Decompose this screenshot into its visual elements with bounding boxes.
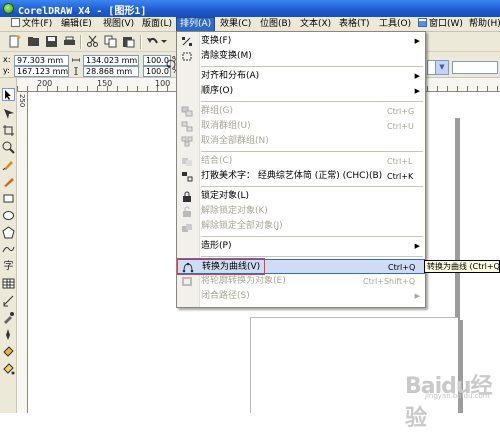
open-folder-icon[interactable]	[27, 35, 40, 48]
menu-item-unlock-object: 解除锁定对象(K)	[177, 204, 425, 219]
ungroup-icon	[181, 121, 193, 132]
submenu-arrow-icon: ▶	[414, 292, 420, 300]
document-icon	[11, 18, 20, 27]
basic-shapes-tool-icon[interactable]	[2, 243, 15, 256]
pick-tool-icon[interactable]	[2, 88, 15, 101]
transform-icon	[181, 36, 193, 47]
menu-text[interactable]: 文本(X)	[297, 18, 334, 31]
undo-dropdown-icon[interactable]	[160, 35, 168, 48]
combine-icon	[181, 156, 193, 167]
menu-table[interactable]: 表格(T)	[336, 18, 373, 31]
break-apart-icon	[181, 171, 193, 182]
smart-fill-tool-icon[interactable]	[2, 175, 15, 188]
menu-item-ungroup: 取消群组(U) Ctrl+U	[177, 119, 425, 134]
dimension-tool-icon[interactable]	[2, 294, 15, 307]
highlight-annotation	[177, 258, 265, 275]
menu-bar: 文件(F) 编辑(E) 视图(V) 版面(L) 排列(A) 效果(C) 位图(B…	[0, 17, 500, 33]
menu-item-clear-transform[interactable]: 清除变换(M)	[177, 49, 425, 64]
tooltip: 转换为曲线 (Ctrl+Q)	[424, 260, 500, 273]
menu-item-combine: 结合(C) Ctrl+L	[177, 154, 425, 169]
menu-item-shaping[interactable]: 造形(P) ▶	[177, 239, 425, 254]
font-dropdown[interactable]: ▼	[427, 60, 449, 75]
paste-icon[interactable]	[122, 35, 135, 48]
group-icon	[181, 106, 193, 117]
ungroup-all-icon	[181, 136, 193, 147]
window-icon	[418, 18, 427, 27]
print-icon[interactable]	[63, 35, 76, 48]
rectangle-tool-icon[interactable]	[2, 192, 15, 205]
submenu-arrow-icon: ▶	[414, 72, 420, 80]
ellipse-tool-icon[interactable]	[2, 209, 15, 222]
menu-effects[interactable]: 效果(C)	[217, 18, 254, 31]
menu-item-outline-to-object: 将轮廓转换为对象(E) Ctrl+Shift+Q	[177, 274, 425, 289]
coreldraw-logo-icon	[3, 3, 14, 14]
menu-window[interactable]: 窗口(W)	[415, 18, 466, 31]
outline-to-object-icon	[181, 276, 193, 287]
size-field[interactable]	[452, 61, 498, 74]
ruler-tick: 250	[18, 94, 26, 108]
window-title: CorelDRAW X4 - [图形1]	[18, 6, 147, 17]
menu-view[interactable]: 视图(V)	[100, 18, 137, 31]
x-position-field[interactable]: 97.303 mm	[14, 55, 69, 66]
lock-icon	[181, 191, 193, 202]
menu-help[interactable]: 帮助(H)	[466, 18, 500, 31]
submenu-arrow-icon: ▶	[414, 37, 420, 45]
rotate-icon[interactable]	[166, 59, 176, 71]
menu-item-ungroup-all: 取消全部群组(N)	[177, 134, 425, 149]
unlock-all-icon	[181, 221, 193, 232]
menu-item-break-apart[interactable]: 打散美术字： 经典综艺体简 (正常) (CHC)(B) Ctrl+K	[177, 169, 425, 184]
shape-tool-icon[interactable]	[2, 107, 15, 120]
menu-item-unlock-all: 解除锁定全部对象(J)	[177, 219, 425, 234]
menu-bitmaps[interactable]: 位图(B)	[257, 18, 294, 31]
clear-transform-icon	[181, 51, 193, 62]
x-label: x:	[3, 55, 11, 64]
submenu-arrow-icon: ▶	[414, 87, 420, 95]
y-position-field[interactable]: 167.123 mm	[14, 66, 69, 77]
undo-icon[interactable]	[146, 35, 159, 48]
submenu-arrow-icon: ▶	[414, 242, 420, 250]
table-tool-icon[interactable]	[2, 277, 15, 290]
title-bar: CorelDRAW X4 - [图形1]	[0, 0, 500, 17]
menu-item-transform[interactable]: 变换(F) ▶	[177, 34, 425, 49]
menu-item-order[interactable]: 顺序(O) ▶	[177, 84, 425, 99]
eyedropper-tool-icon[interactable]	[2, 311, 15, 324]
toolbox: 字	[0, 78, 17, 413]
new-document-icon[interactable]	[8, 34, 21, 48]
unlock-icon	[181, 206, 193, 217]
watermark-text: Baidu经验	[405, 374, 493, 431]
height-field[interactable]: 28.868 mm	[83, 66, 139, 77]
height-icon	[72, 66, 80, 76]
menu-edit[interactable]: 编辑(E)	[58, 18, 95, 31]
interactive-fill-tool-icon[interactable]	[2, 362, 15, 375]
menu-file[interactable]: 文件(F)	[8, 18, 55, 31]
outline-tool-icon[interactable]	[2, 328, 15, 341]
baidu-watermark: Baidu经验 jingyan.baidu.com	[405, 368, 500, 431]
polygon-tool-icon[interactable]	[2, 226, 15, 239]
menu-item-align-distribute[interactable]: 对齐和分布(A) ▶	[177, 69, 425, 84]
width-icon	[71, 56, 81, 64]
menu-tools[interactable]: 工具(O)	[376, 18, 414, 31]
cut-icon[interactable]	[86, 35, 99, 48]
zoom-tool-icon[interactable]	[2, 141, 15, 154]
fill-tool-icon[interactable]	[2, 345, 15, 358]
menu-item-close-path: 闭合路径(S) ▶	[201, 291, 420, 301]
copy-icon[interactable]	[104, 35, 117, 48]
menu-layout[interactable]: 版面(L)	[139, 18, 175, 31]
width-field[interactable]: 134.023 mm	[83, 55, 139, 66]
y-label: y:	[3, 66, 10, 75]
menu-item-group: 群组(G) Ctrl+G	[177, 104, 425, 119]
watermark-subtext: jingyan.baidu.com	[425, 392, 490, 400]
save-icon[interactable]	[45, 35, 58, 48]
text-tool-icon[interactable]: 字	[2, 260, 15, 273]
vertical-ruler: 250	[17, 92, 28, 413]
menu-item-lock-object[interactable]: 锁定对象(L)	[177, 189, 425, 204]
chevron-down-icon: ▼	[435, 61, 448, 74]
freehand-tool-icon[interactable]	[2, 158, 15, 171]
crop-tool-icon[interactable]	[2, 124, 15, 137]
